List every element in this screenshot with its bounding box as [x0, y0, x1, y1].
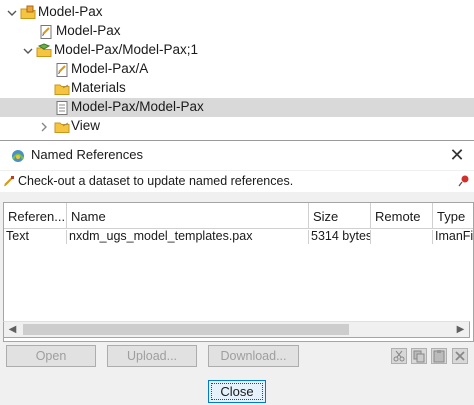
tree-item-label: View — [71, 118, 101, 133]
cut-icon[interactable] — [391, 348, 407, 364]
scroll-right-icon[interactable]: ▶ — [452, 322, 469, 337]
table-header: Referen... Name Size Remote Type — [4, 203, 473, 229]
tree-item-dataset-selected[interactable]: Model-Pax/Model-Pax — [0, 98, 474, 117]
column-header-name[interactable]: Name — [67, 203, 309, 229]
chevron-down-icon[interactable] — [22, 45, 34, 57]
tree-item-label: Model-Pax/Model-Pax — [71, 99, 204, 114]
tree-item-label: Model-Pax/A — [71, 61, 149, 76]
tree-item-label: Model-Pax/Model-Pax;1 — [54, 42, 199, 57]
close-button[interactable]: Close — [208, 380, 266, 403]
info-banner: Check-out a dataset to update named refe… — [0, 171, 474, 192]
table-row[interactable]: Text nxdm_ugs_model_templates.pax 5314 b… — [4, 230, 474, 244]
chevron-down-icon[interactable] — [6, 7, 18, 19]
cell-reference: Text — [4, 230, 67, 244]
revision-doc-icon — [54, 62, 70, 78]
paste-icon[interactable] — [431, 348, 447, 364]
tree-item-model-pax-item[interactable]: Model-Pax — [0, 22, 474, 41]
dialog-titlebar[interactable]: Named References ✕ — [0, 141, 474, 170]
item-revision-icon — [36, 43, 52, 59]
horizontal-scrollbar[interactable]: ◀ ▶ — [3, 321, 470, 338]
named-references-dialog: Named References ✕ Check-out a dataset t… — [0, 140, 474, 405]
copy-icon[interactable] — [411, 348, 427, 364]
item-folder-icon — [20, 5, 36, 21]
folder-icon — [54, 81, 70, 97]
scroll-left-icon[interactable]: ◀ — [4, 322, 21, 337]
tree-item-view[interactable]: View — [0, 117, 474, 136]
tree-item-model-pax-revision[interactable]: Model-Pax/Model-Pax;1 — [0, 41, 474, 60]
cell-remote — [371, 230, 433, 244]
info-text: Check-out a dataset to update named refe… — [18, 174, 294, 188]
pin-icon[interactable] — [458, 174, 471, 187]
dataset-doc-icon — [54, 100, 70, 116]
tree-item-label: Model-Pax — [38, 4, 103, 19]
tree-view: Model-Pax Model-Pax Model-Pax/Model-Pax;… — [0, 0, 474, 140]
pencil-hint-icon — [3, 175, 15, 187]
cell-type: ImanFi — [435, 230, 474, 243]
delete-icon[interactable] — [452, 348, 468, 364]
action-button-bar: Open Upload... Download... — [0, 345, 474, 371]
app-logo-icon — [10, 148, 26, 164]
column-header-type[interactable]: Type — [433, 203, 473, 229]
cell-size: 5314 bytes — [311, 230, 371, 244]
folder-icon — [54, 119, 70, 135]
download-button[interactable]: Download... — [208, 345, 299, 367]
upload-button[interactable]: Upload... — [107, 345, 197, 367]
column-header-size[interactable]: Size — [309, 203, 371, 229]
cell-name: nxdm_ugs_model_templates.pax — [67, 230, 309, 244]
revision-doc-icon — [38, 24, 54, 40]
tree-item-materials[interactable]: Materials — [0, 79, 474, 98]
open-button[interactable]: Open — [6, 345, 96, 367]
dialog-title: Named References — [31, 147, 143, 162]
column-header-remote[interactable]: Remote — [371, 203, 433, 229]
scrollbar-thumb[interactable] — [23, 324, 349, 335]
column-header-reference[interactable]: Referen... — [4, 203, 67, 229]
tree-item-model-pax[interactable]: Model-Pax — [0, 3, 474, 22]
tree-item-label: Model-Pax — [56, 23, 121, 38]
chevron-right-icon[interactable] — [38, 121, 50, 133]
close-icon[interactable]: ✕ — [446, 143, 468, 167]
tree-item-label: Materials — [71, 80, 126, 95]
tree-item-model-pax-a[interactable]: Model-Pax/A — [0, 60, 474, 79]
